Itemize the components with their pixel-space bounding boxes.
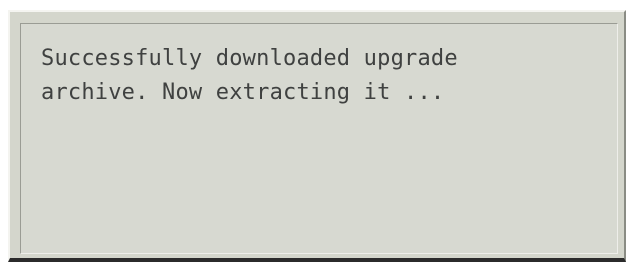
dialog-frame: Successfully downloaded upgrade archive.… — [8, 10, 626, 262]
message-line-1: Successfully downloaded upgrade — [41, 46, 458, 71]
message-text-panel: Successfully downloaded upgrade archive.… — [20, 23, 618, 254]
message-line-2: archive. Now extracting it ... — [41, 80, 445, 105]
